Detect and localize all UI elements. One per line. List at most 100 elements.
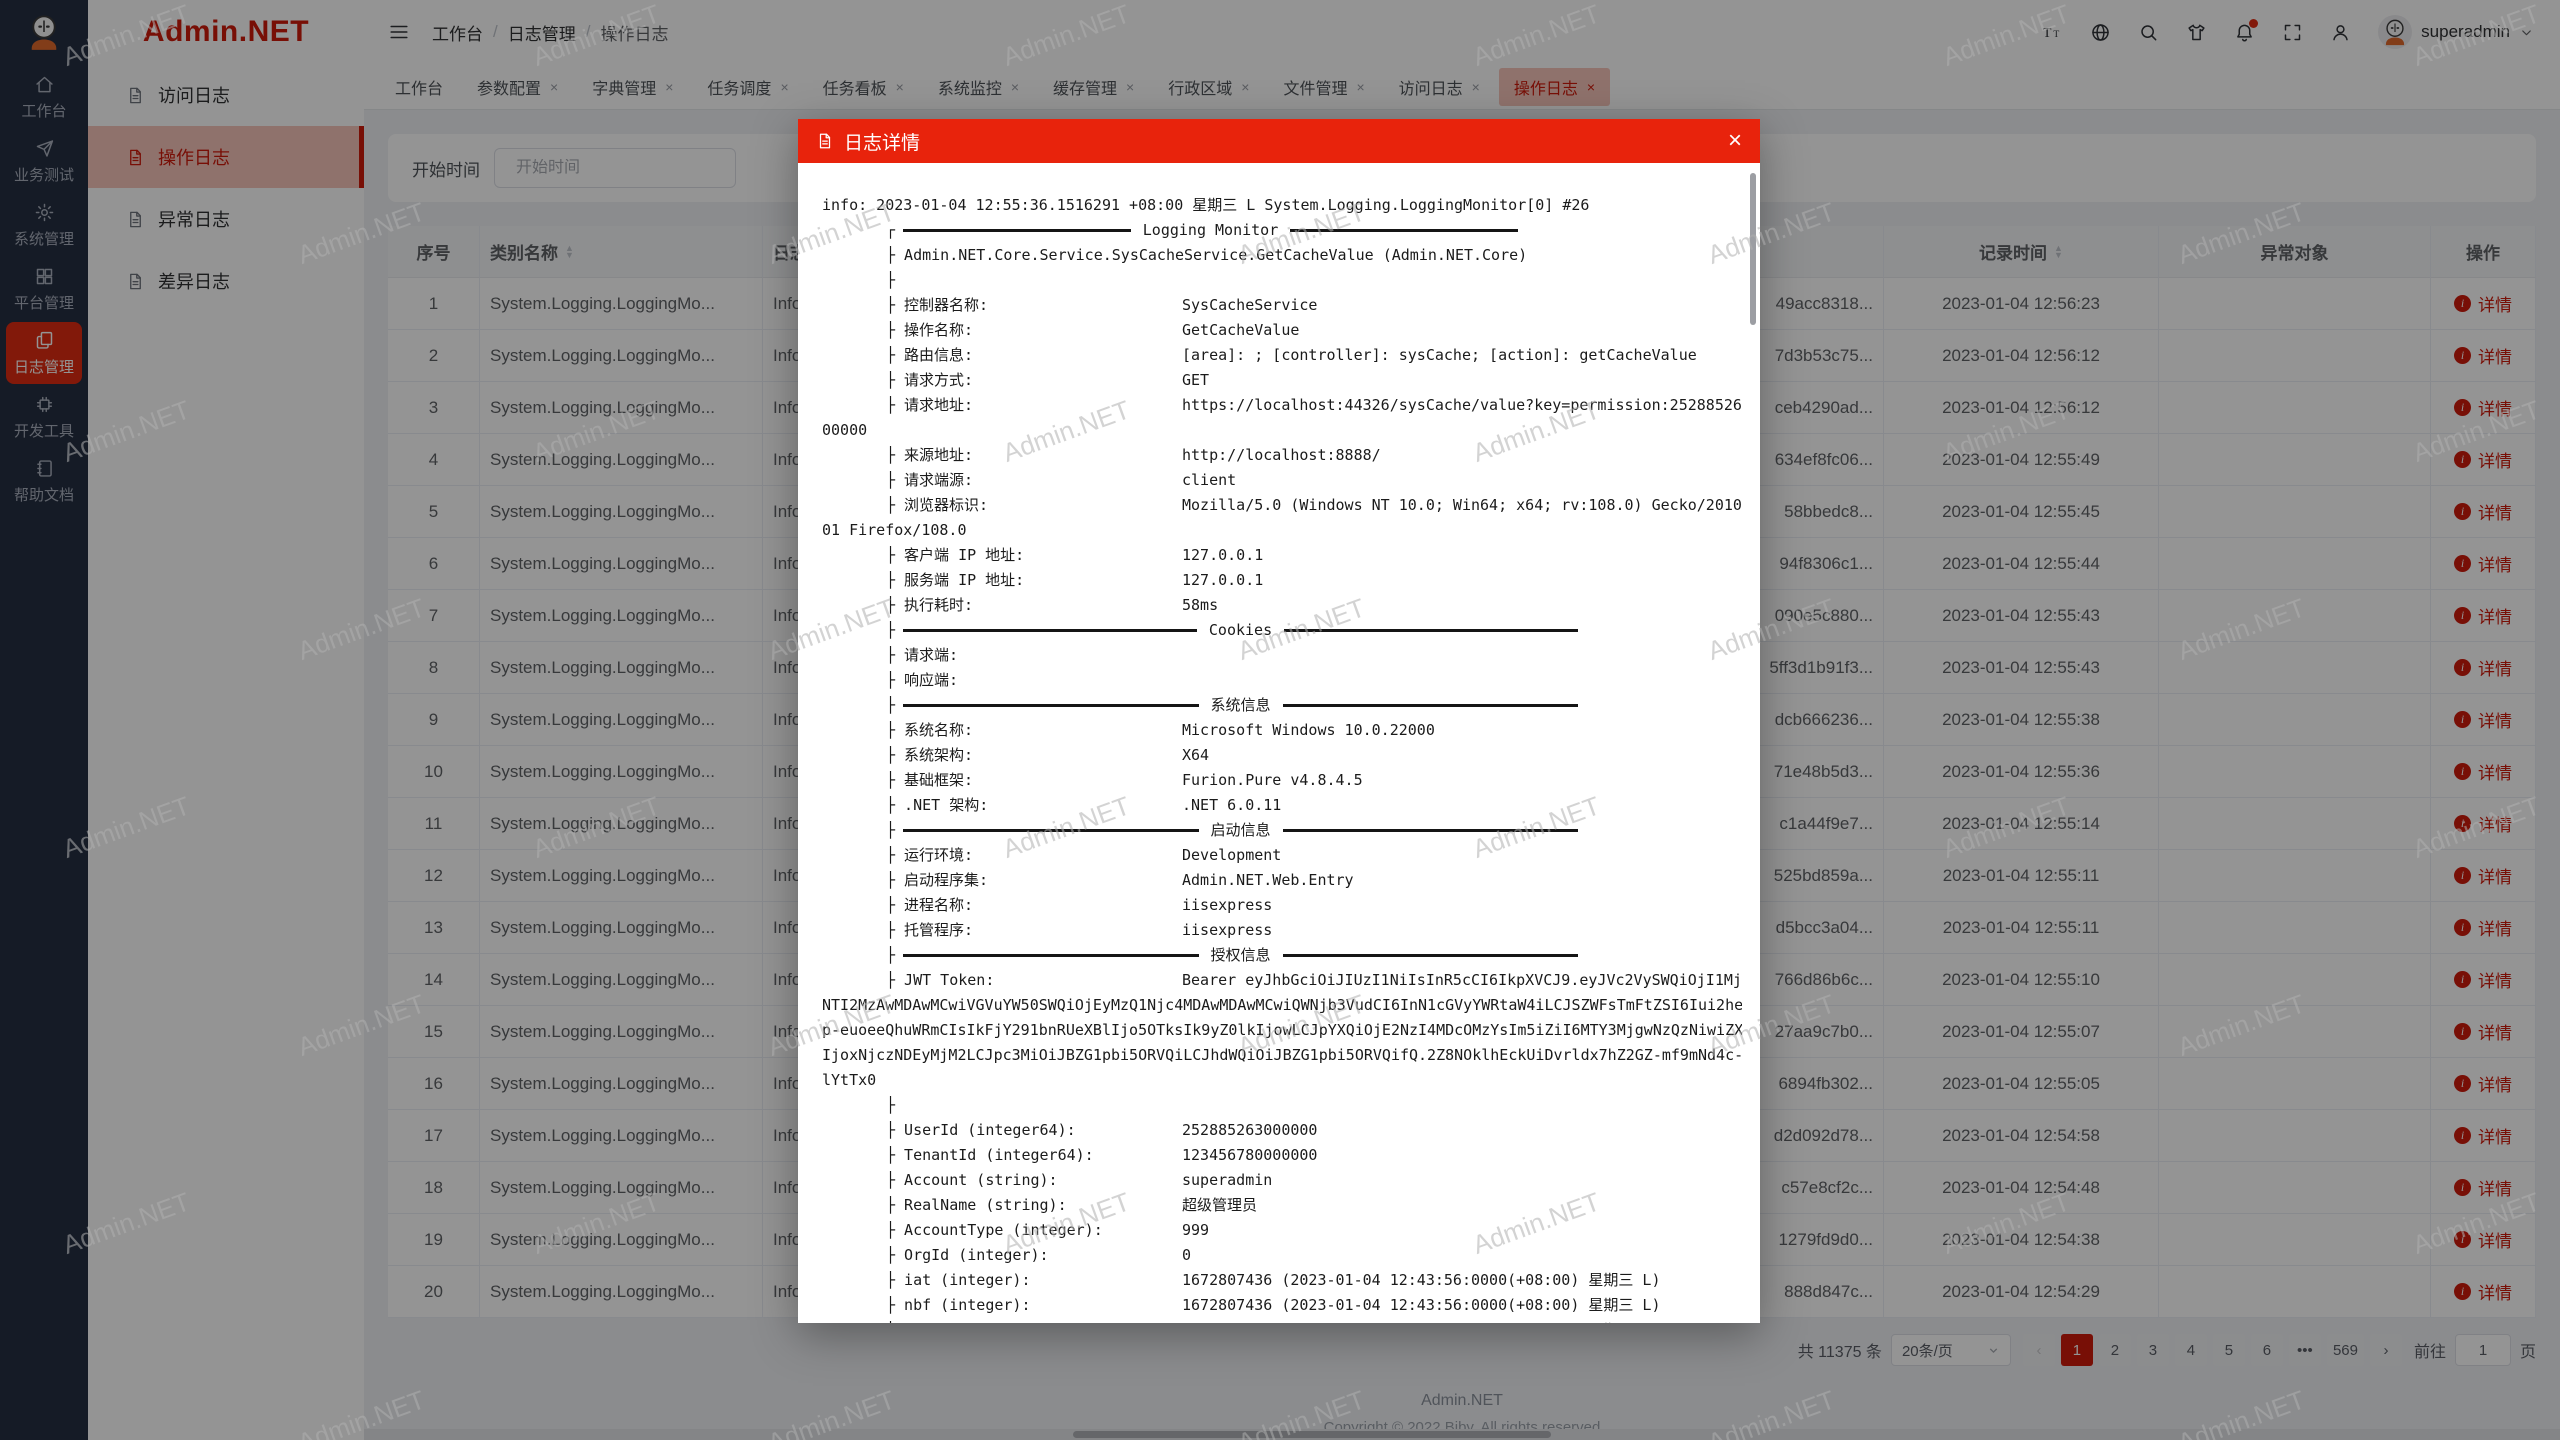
log-line: ├ 浏览器标识:Mozilla/5.0 (Windows NT 10.0; Wi…: [822, 493, 1742, 518]
log-field-value: 999: [1182, 1218, 1742, 1243]
log-field-label: ├ 启动程序集:: [886, 868, 1182, 893]
log-line: 01 Firefox/108.0: [822, 518, 1742, 543]
log-line: ├ 请求地址:https://localhost:44326/sysCache/…: [822, 393, 1742, 418]
log-line: ├ 托管程序:iisexpress: [822, 918, 1742, 943]
log-field-label: ├ iat (integer):: [886, 1268, 1182, 1293]
log-line: ├ 系统架构:X64: [822, 743, 1742, 768]
log-section-title: 启动信息: [1211, 818, 1271, 843]
log-field-value: 1672807436 (2023-01-04 12:43:56:0000(+08…: [1182, 1293, 1742, 1318]
divider-corner: ├: [886, 693, 895, 718]
log-line: ├ 响应端:: [822, 668, 1742, 693]
log-field-label: ├ 客户端 IP 地址:: [886, 543, 1182, 568]
divider-corner: ┌: [886, 218, 895, 243]
divider-corner: ├: [886, 618, 895, 643]
log-field-label: ├ 浏览器标识:: [886, 493, 1182, 518]
log-field-value: GET: [1182, 368, 1742, 393]
log-field-value: superadmin: [1182, 1168, 1742, 1193]
log-field-label: ├ 服务端 IP 地址:: [886, 568, 1182, 593]
log-line: ├ 启动程序集:Admin.NET.Web.Entry: [822, 868, 1742, 893]
log-field-label: ├ UserId (integer64):: [886, 1118, 1182, 1143]
log-line: IjoxNjczNDEyMjM2LCJpc3MiOiJBZG1pbi5ORVQi…: [822, 1043, 1742, 1068]
log-field-value: 252885263000000: [1182, 1118, 1742, 1143]
log-divider-row: ├ 系统信息: [886, 693, 1590, 718]
log-field-label: ├ AccountType (integer):: [886, 1218, 1182, 1243]
log-field-value: Bearer eyJhbGciOiJIUzI1NiIsInR5cCI6IkpXV…: [1182, 968, 1742, 993]
log-section-title: 系统信息: [1211, 693, 1271, 718]
log-line: ├ 路由信息:[area]: ; [controller]: sysCache;…: [822, 343, 1742, 368]
divider-bar: [903, 829, 1198, 832]
log-line: ├ Account (string):superadmin: [822, 1168, 1742, 1193]
log-field-value: https://localhost:44326/sysCache/value?k…: [1182, 393, 1742, 418]
log-section-divider: ├授权信息: [822, 943, 1742, 968]
log-section-title: 授权信息: [1211, 943, 1271, 968]
dialog-scrollbar-thumb[interactable]: [1750, 173, 1756, 325]
log-line: lYtTx0: [822, 1068, 1742, 1093]
log-line: ├ 系统名称:Microsoft Windows 10.0.22000: [822, 718, 1742, 743]
log-field-label: ├ 响应端:: [886, 668, 1182, 693]
log-line: ├ 客户端 IP 地址:127.0.0.1: [822, 543, 1742, 568]
log-field-label: ├ Account (string):: [886, 1168, 1182, 1193]
log-line: ├ 服务端 IP 地址:127.0.0.1: [822, 568, 1742, 593]
divider-bar: [1283, 704, 1578, 707]
log-field-value: SysCacheService: [1182, 293, 1742, 318]
log-line: ├ 请求端源:client: [822, 468, 1742, 493]
log-field-value: X64: [1182, 743, 1742, 768]
log-field-value: [area]: ; [controller]: sysCache; [actio…: [1182, 343, 1742, 368]
log-section-divider: ┌Logging Monitor: [822, 218, 1742, 243]
log-field-value: Mozilla/5.0 (Windows NT 10.0; Win64; x64…: [1182, 493, 1742, 518]
close-icon[interactable]: ×: [1728, 129, 1742, 153]
log-field-value: 0: [1182, 1243, 1742, 1268]
log-detail-dialog: 日志详情 × info: 2023-01-04 12:55:36.1516291…: [798, 119, 1760, 1323]
divider-bar: [1284, 629, 1578, 632]
log-field-label: ├ .NET 架构:: [886, 793, 1182, 818]
log-divider-row: ├Cookies: [886, 618, 1590, 643]
log-section-divider: ├Cookies: [822, 618, 1742, 643]
divider-bar: [903, 229, 1131, 232]
log-field-value: client: [1182, 468, 1742, 493]
log-line: ├ 请求端:: [822, 643, 1742, 668]
log-divider-row: ┌Logging Monitor: [886, 218, 1530, 243]
divider-bar: [1283, 829, 1578, 832]
log-section-divider: ├ 系统信息: [822, 693, 1742, 718]
document-icon: [816, 132, 834, 150]
log-field-value: Development: [1182, 843, 1742, 868]
log-line: ├ exp (integer):1673412236 (2023-01-11 1…: [822, 1318, 1742, 1323]
log-field-value: 127.0.0.1: [1182, 568, 1742, 593]
log-line: ├ AccountType (integer):999: [822, 1218, 1742, 1243]
divider-bar: [903, 629, 1197, 632]
log-field-value: GetCacheValue: [1182, 318, 1742, 343]
dialog-title: 日志详情: [844, 128, 920, 155]
log-line: ├ 请求方式:GET: [822, 368, 1742, 393]
log-field-label: ├ TenantId (integer64):: [886, 1143, 1182, 1168]
log-field-label: ├ 来源地址:: [886, 443, 1182, 468]
log-field-label: ├ exp (integer):: [886, 1318, 1182, 1323]
log-field-label: ├ 控制器名称:: [886, 293, 1182, 318]
log-line: ├ TenantId (integer64):123456780000000: [822, 1143, 1742, 1168]
log-section-divider: ├启动信息: [822, 818, 1742, 843]
divider-bar: [903, 704, 1198, 707]
log-line: ├ 操作名称:GetCacheValue: [822, 318, 1742, 343]
log-line: p-euoeeQhuWRmCIsIkFjY291bnRUeXBlIjo5OTks…: [822, 1018, 1742, 1043]
log-field-label: ├ nbf (integer):: [886, 1293, 1182, 1318]
log-field-label: ├ OrgId (integer):: [886, 1243, 1182, 1268]
log-line: 00000: [822, 418, 1742, 443]
log-field-value: http://localhost:8888/: [1182, 443, 1742, 468]
divider-bar: [1290, 229, 1518, 232]
log-line: ├ OrgId (integer):0: [822, 1243, 1742, 1268]
log-field-label: ├ 系统架构:: [886, 743, 1182, 768]
log-line: info: 2023-01-04 12:55:36.1516291 +08:00…: [822, 193, 1742, 218]
log-line: ├: [822, 268, 1742, 293]
log-field-value: 58ms: [1182, 593, 1742, 618]
log-field-label: ├ 请求端:: [886, 643, 1182, 668]
dialog-header: 日志详情 ×: [798, 119, 1760, 163]
log-line: ├ iat (integer):1672807436 (2023-01-04 1…: [822, 1268, 1742, 1293]
divider-bar: [1283, 954, 1578, 957]
log-divider-row: ├启动信息: [886, 818, 1590, 843]
log-field-label: ├ RealName (string):: [886, 1193, 1182, 1218]
log-field-label: ├ 请求端源:: [886, 468, 1182, 493]
log-divider-row: ├授权信息: [886, 943, 1590, 968]
log-field-label: ├ 进程名称:: [886, 893, 1182, 918]
log-field-value: 123456780000000: [1182, 1143, 1742, 1168]
log-field-value: 1672807436 (2023-01-04 12:43:56:0000(+08…: [1182, 1268, 1742, 1293]
log-field-label: ├ 基础框架:: [886, 768, 1182, 793]
